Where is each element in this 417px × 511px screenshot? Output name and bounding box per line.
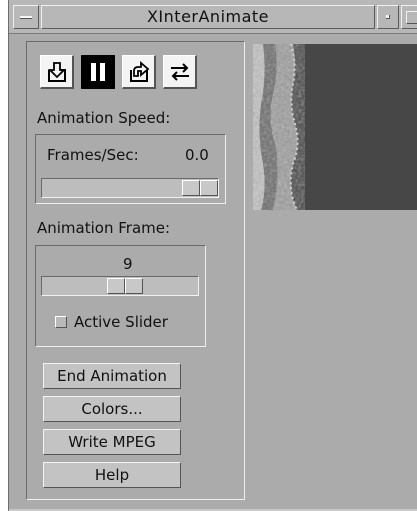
animation-frame-heading: Animation Frame: <box>37 219 171 237</box>
pause-icon <box>90 62 105 81</box>
title-drag-area[interactable]: XInterAnimate <box>41 5 375 29</box>
animation-speed-slider-thumb-right[interactable] <box>200 180 218 196</box>
frames-per-sec-value: 0.0 <box>185 146 209 164</box>
title-bar: XInterAnimate <box>9 0 417 34</box>
colors-button[interactable]: Colors... <box>42 395 182 423</box>
step-backward-button[interactable] <box>40 55 74 89</box>
animation-speed-heading: Animation Speed: <box>37 109 171 127</box>
window-title: XInterAnimate <box>146 7 270 26</box>
active-slider-checkbox[interactable] <box>55 316 67 328</box>
pause-button[interactable] <box>81 55 115 89</box>
animation-frame-slider-thumb[interactable] <box>107 278 125 294</box>
window-menu-button[interactable] <box>13 5 39 29</box>
write-mpeg-button[interactable]: Write MPEG <box>42 428 182 456</box>
xinteranimate-window: XInterAnimate Animation Speed: Frames/Se… <box>8 0 417 511</box>
minimize-icon <box>386 15 390 19</box>
end-animation-button[interactable]: End Animation <box>42 362 182 390</box>
minimize-button[interactable] <box>377 5 399 29</box>
animation-frame-slider[interactable] <box>41 276 199 296</box>
active-slider-label: Active Slider <box>74 313 168 331</box>
animation-frame-image <box>253 44 417 210</box>
step-backward-icon <box>47 61 66 82</box>
animation-frame-slider-thumb-right[interactable] <box>125 278 143 294</box>
step-forward-button[interactable] <box>122 55 156 89</box>
window-menu-icon <box>20 16 32 19</box>
frames-per-sec-label: Frames/Sec: <box>47 146 139 164</box>
step-forward-icon <box>129 60 149 82</box>
animation-speed-slider[interactable] <box>41 178 219 198</box>
help-button[interactable]: Help <box>42 461 182 489</box>
animation-speed-slider-thumb[interactable] <box>182 180 200 196</box>
loop-icon <box>170 62 189 81</box>
animation-frame-value: 9 <box>123 255 133 273</box>
animation-frame-group <box>35 245 206 347</box>
animation-display <box>253 44 417 210</box>
loop-button[interactable] <box>163 55 197 89</box>
maximize-button[interactable] <box>401 5 417 29</box>
maximize-icon <box>406 11 417 24</box>
